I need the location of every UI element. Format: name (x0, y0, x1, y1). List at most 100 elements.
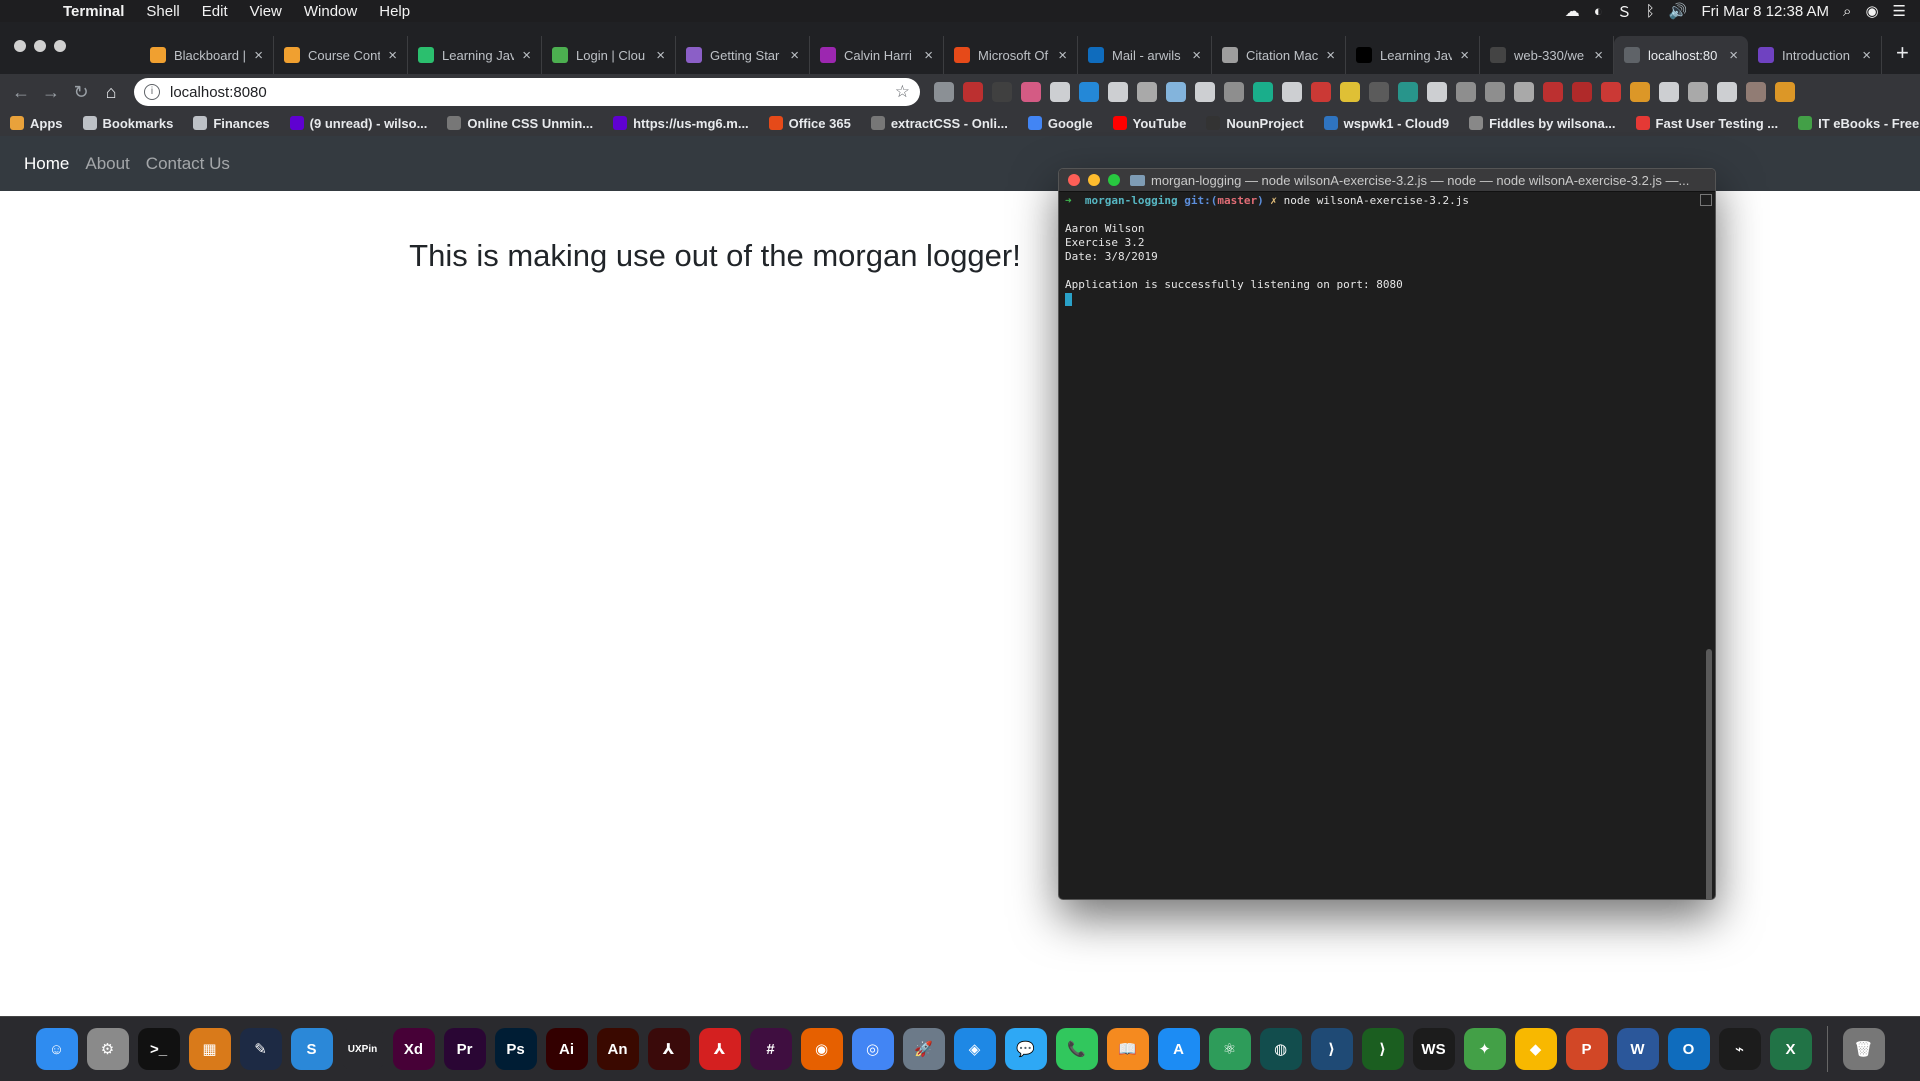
activity-monitor-icon[interactable]: ⌁ (1718, 1028, 1761, 1070)
browser-tab[interactable]: Login | Clou × (542, 36, 676, 74)
typewriter-icon[interactable]: ✎ (239, 1028, 282, 1070)
extension-icon[interactable] (1572, 82, 1592, 102)
tab-close-icon[interactable]: × (1594, 47, 1603, 64)
browser-tab[interactable]: Citation Mac × (1212, 36, 1346, 74)
terminal-window[interactable]: morgan-logging — node wilsonA-exercise-3… (1058, 168, 1716, 900)
tab-close-icon[interactable]: × (522, 47, 531, 64)
facetime-icon[interactable]: 📞 (1055, 1028, 1098, 1070)
vscode-icon[interactable]: ⟩ (1310, 1028, 1353, 1070)
slack-icon[interactable]: # (749, 1028, 792, 1070)
notification-center-icon[interactable]: ☰ (1893, 2, 1906, 20)
extension-icon[interactable] (934, 82, 954, 102)
browser-tab[interactable]: Course Cont × (274, 36, 408, 74)
menu-help[interactable]: Help (368, 3, 421, 20)
browser-tab[interactable]: Introduction × (1748, 36, 1882, 74)
browser-tab[interactable]: Learning Jav × (408, 36, 542, 74)
close-window-button[interactable] (14, 40, 26, 52)
keynote-icon[interactable]: ▦ (188, 1028, 231, 1070)
browser-tab[interactable]: Microsoft Of × (944, 36, 1078, 74)
menu-view[interactable]: View (239, 3, 293, 20)
chrome-icon[interactable]: ◎ (851, 1028, 894, 1070)
books-icon[interactable]: 📖 (1106, 1028, 1149, 1070)
extension-icon[interactable] (1398, 82, 1418, 102)
minimize-window-button[interactable] (34, 40, 46, 52)
siri-icon[interactable]: ◉ (1865, 2, 1878, 20)
extension-icon[interactable] (1079, 82, 1099, 102)
extension-icon[interactable] (1630, 82, 1650, 102)
extension-icon[interactable] (1282, 82, 1302, 102)
menu-shell[interactable]: Shell (135, 3, 190, 20)
browser-tab[interactable]: Calvin Harri × (810, 36, 944, 74)
uxpin-icon[interactable]: UXPin (341, 1028, 384, 1070)
terminal-minimize-button[interactable] (1088, 174, 1100, 186)
extension-icon[interactable] (1485, 82, 1505, 102)
extension-icon[interactable] (1108, 82, 1128, 102)
tab-close-icon[interactable]: × (1326, 47, 1335, 64)
adobe-xd-icon[interactable]: Xd (392, 1028, 435, 1070)
zoom-window-button[interactable] (54, 40, 66, 52)
sourcetree-icon[interactable]: ✦ (1463, 1028, 1506, 1070)
address-bar-url[interactable]: localhost:8080 (170, 84, 895, 101)
tab-close-icon[interactable]: × (1862, 47, 1871, 64)
trash-icon[interactable]: 🗑 (1842, 1028, 1885, 1070)
extension-icon[interactable] (1456, 82, 1476, 102)
system-preferences-icon[interactable]: ⚙ (86, 1028, 129, 1070)
extension-icon[interactable] (1253, 82, 1273, 102)
bookmark-item[interactable]: extractCSS - Onli... (861, 116, 1018, 131)
extension-icon[interactable] (1050, 82, 1070, 102)
bookmark-item[interactable]: (9 unread) - wilso... (280, 116, 438, 131)
terminal-icon[interactable]: >_ (137, 1028, 180, 1070)
extension-icon[interactable] (1514, 82, 1534, 102)
terminal-output[interactable]: ➜ morgan-logging git:(master) ✗ node wil… (1059, 192, 1715, 308)
split-pane-icon[interactable] (1700, 194, 1712, 206)
bookmark-item[interactable]: Bookmarks (73, 116, 184, 131)
extension-icon[interactable] (1659, 82, 1679, 102)
sketch-icon[interactable]: ◆ (1514, 1028, 1557, 1070)
bookmark-item[interactable]: Office 365 (759, 116, 861, 131)
bookmark-star-icon[interactable]: ☆ (895, 82, 910, 102)
bookmark-item[interactable]: https://us-mg6.m... (603, 116, 759, 131)
messages-icon[interactable]: 💬 (1004, 1028, 1047, 1070)
terminal-titlebar[interactable]: morgan-logging — node wilsonA-exercise-3… (1059, 169, 1715, 192)
extension-icon[interactable] (1137, 82, 1157, 102)
word-icon[interactable]: W (1616, 1028, 1659, 1070)
premiere-icon[interactable]: Pr (443, 1028, 486, 1070)
address-bar[interactable]: i localhost:8080 ☆ (134, 78, 920, 106)
nav-link-contact-us[interactable]: Contact Us (146, 154, 230, 174)
animate-icon[interactable]: An (596, 1028, 639, 1070)
extension-icon[interactable] (1195, 82, 1215, 102)
new-tab-button[interactable]: + (1882, 40, 1920, 74)
bluetooth-icon[interactable]: ᛒ (1646, 3, 1655, 20)
bookmark-item[interactable]: IT eBooks - Free ... (1788, 116, 1920, 131)
tab-close-icon[interactable]: × (924, 47, 933, 64)
extension-icon[interactable] (1688, 82, 1708, 102)
extension-icon[interactable] (963, 82, 983, 102)
webstorm-icon[interactable]: WS (1412, 1028, 1455, 1070)
bookmark-item[interactable]: Apps (0, 116, 73, 131)
menu-edit[interactable]: Edit (191, 3, 239, 20)
s-status-icon[interactable]: Ｓ (1617, 1, 1632, 22)
extension-icon[interactable] (1021, 82, 1041, 102)
tab-close-icon[interactable]: × (254, 47, 263, 64)
safari-icon[interactable]: ◈ (953, 1028, 996, 1070)
illustrator-icon[interactable]: Ai (545, 1028, 588, 1070)
reload-icon[interactable]: ↻ (66, 82, 96, 103)
extension-icon[interactable] (1746, 82, 1766, 102)
tab-close-icon[interactable]: × (1729, 47, 1738, 64)
outlook-icon[interactable]: O (1667, 1028, 1710, 1070)
menu-app-name[interactable]: Terminal (52, 3, 135, 20)
tab-close-icon[interactable]: × (656, 47, 665, 64)
s-app-icon[interactable]: S (290, 1028, 333, 1070)
nav-link-home[interactable]: Home (24, 154, 69, 174)
tab-close-icon[interactable]: × (1058, 47, 1067, 64)
gitkraken-icon[interactable]: ◍ (1259, 1028, 1302, 1070)
tab-close-icon[interactable]: × (1460, 47, 1469, 64)
bookmark-item[interactable]: Finances (183, 116, 279, 131)
atom-icon[interactable]: ⚛ (1208, 1028, 1251, 1070)
tab-close-icon[interactable]: × (388, 47, 397, 64)
extension-icon[interactable] (1224, 82, 1244, 102)
browser-tab[interactable]: localhost:80 × (1614, 36, 1748, 74)
bookmark-item[interactable]: Fiddles by wilsona... (1459, 116, 1625, 131)
bookmark-item[interactable]: NounProject (1196, 116, 1313, 131)
extension-icon[interactable] (1369, 82, 1389, 102)
